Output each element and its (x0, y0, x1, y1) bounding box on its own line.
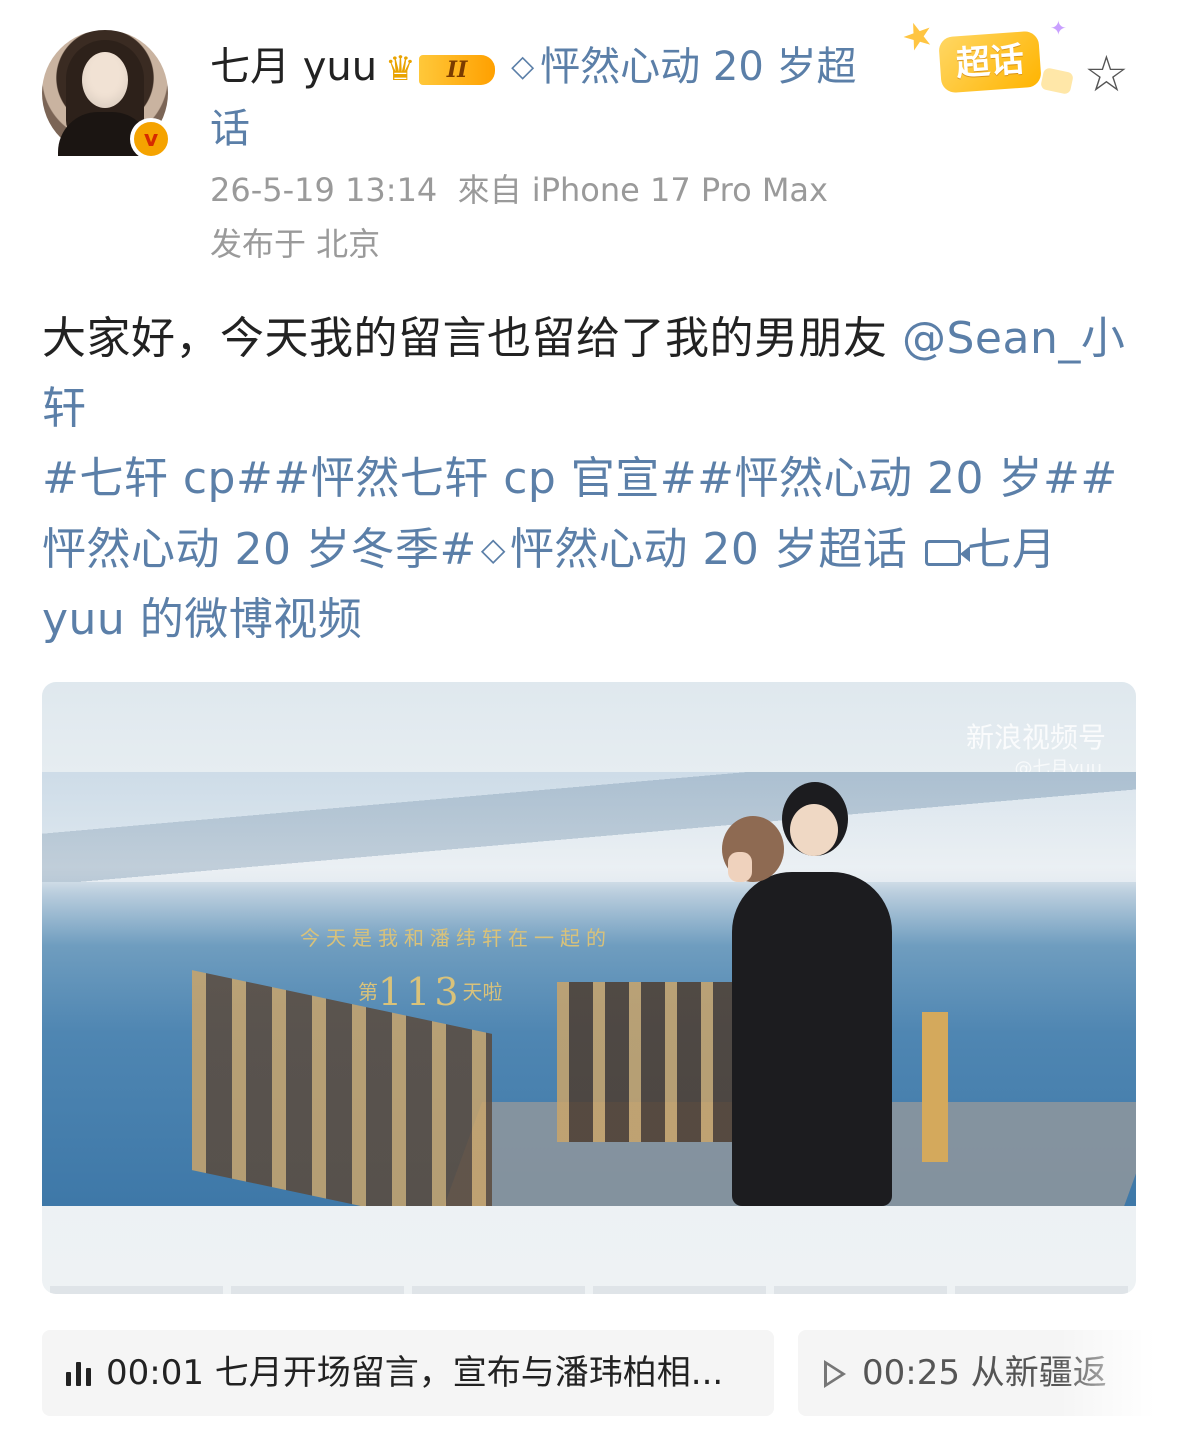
coat (732, 872, 892, 1206)
member-level: II (419, 55, 496, 85)
timeline-segment[interactable] (774, 1286, 947, 1294)
member-badge[interactable]: ♛ II (385, 49, 497, 89)
diamond-icon: ◇ (511, 49, 535, 84)
hashtag-link[interactable]: #怦然心动 20 岁# (697, 453, 1080, 504)
chapter-fade (1059, 1320, 1179, 1430)
video-frame: 今天是我和潘纬轩在一起的 第113天啦 (42, 772, 1136, 1206)
audio-bars-icon (66, 1362, 96, 1386)
timeline-segment[interactable] (955, 1286, 1128, 1294)
hand (728, 852, 752, 882)
ribbon-icon (1040, 67, 1074, 95)
sparkle-icon: ✦ (1050, 16, 1067, 40)
post-meta: 26-5-19 13:14 來自 iPhone 17 Pro Max (210, 168, 828, 212)
supertopic-inline-link[interactable]: 怦然心动 20 岁超话 (510, 524, 907, 575)
chapter-time: 00:25 (862, 1353, 960, 1393)
timeline-segment[interactable] (231, 1286, 404, 1294)
chapter-title: 七月开场留言，宣布与潘玮柏相... (214, 1353, 724, 1393)
chapter-time: 00:01 (106, 1353, 204, 1393)
supertopic-badge-label: 超话 (938, 30, 1042, 94)
supertopic-badge[interactable]: ★ 超话 ✦ (896, 12, 1074, 95)
timeline-segment[interactable] (412, 1286, 585, 1294)
post-time: 26-5-19 13:14 (210, 171, 438, 209)
timeline-segment[interactable] (50, 1286, 223, 1294)
supertopic-link-text: 怦然心动 20 岁超 (540, 44, 857, 90)
hashtag-link[interactable]: #七轩 cp# (42, 453, 273, 504)
avatar-face (82, 52, 128, 108)
diamond-icon: ◇ (480, 530, 506, 568)
video-caption-line2: 第113天啦 (358, 970, 503, 1014)
snow-mountains (42, 772, 1136, 882)
video-player[interactable]: 新浪视频号 @七月yuu 今天是我和潘纬轩在一起的 第113天啦 (42, 682, 1136, 1294)
video-icon (925, 540, 971, 566)
weibo-post: v 七月 yuu ♛ II ◇ 怦然心动 20 岁超话 ★ 超话 ✦ ☆ 26-5-19… (0, 0, 1179, 1447)
video-chapter-timeline[interactable] (42, 1286, 1136, 1294)
video-caption-line1: 今天是我和潘纬轩在一起的 (300, 926, 612, 950)
post-body: 大家好，今天我的留言也留给了我的男朋友 @Sean_小轩 #七轩 cp##怦然七… (42, 304, 1142, 655)
post-location: 发布于 北京 (210, 225, 381, 263)
post-header: 七月 yuu ♛ II ◇ 怦然心动 20 岁超话 (210, 36, 910, 160)
chapter-item[interactable]: 00:01 七月开场留言，宣布与潘玮柏相... (42, 1330, 774, 1416)
hashtag-link[interactable]: #怦然七轩 cp 官宣# (273, 453, 697, 504)
verified-icon: v (130, 118, 172, 160)
star-icon[interactable]: ☆ (1084, 46, 1129, 102)
caption-day-number: 113 (378, 970, 463, 1014)
couple-figure (702, 782, 902, 1206)
timeline-segment[interactable] (593, 1286, 766, 1294)
play-icon (824, 1360, 846, 1388)
supertopic-link-wrap: 话 (210, 106, 250, 152)
man-face (790, 804, 838, 856)
caption-prefix: 第 (358, 980, 378, 1004)
post-source: 來自 iPhone 17 Pro Max (457, 171, 828, 209)
video-watermark: 新浪视频号 (965, 721, 1106, 754)
fence-post (922, 1012, 948, 1162)
author-name[interactable]: 七月 yuu (210, 44, 377, 90)
post-text: 大家好，今天我的留言也留给了我的男朋友 (42, 313, 888, 364)
caption-suffix: 天啦 (462, 980, 503, 1004)
